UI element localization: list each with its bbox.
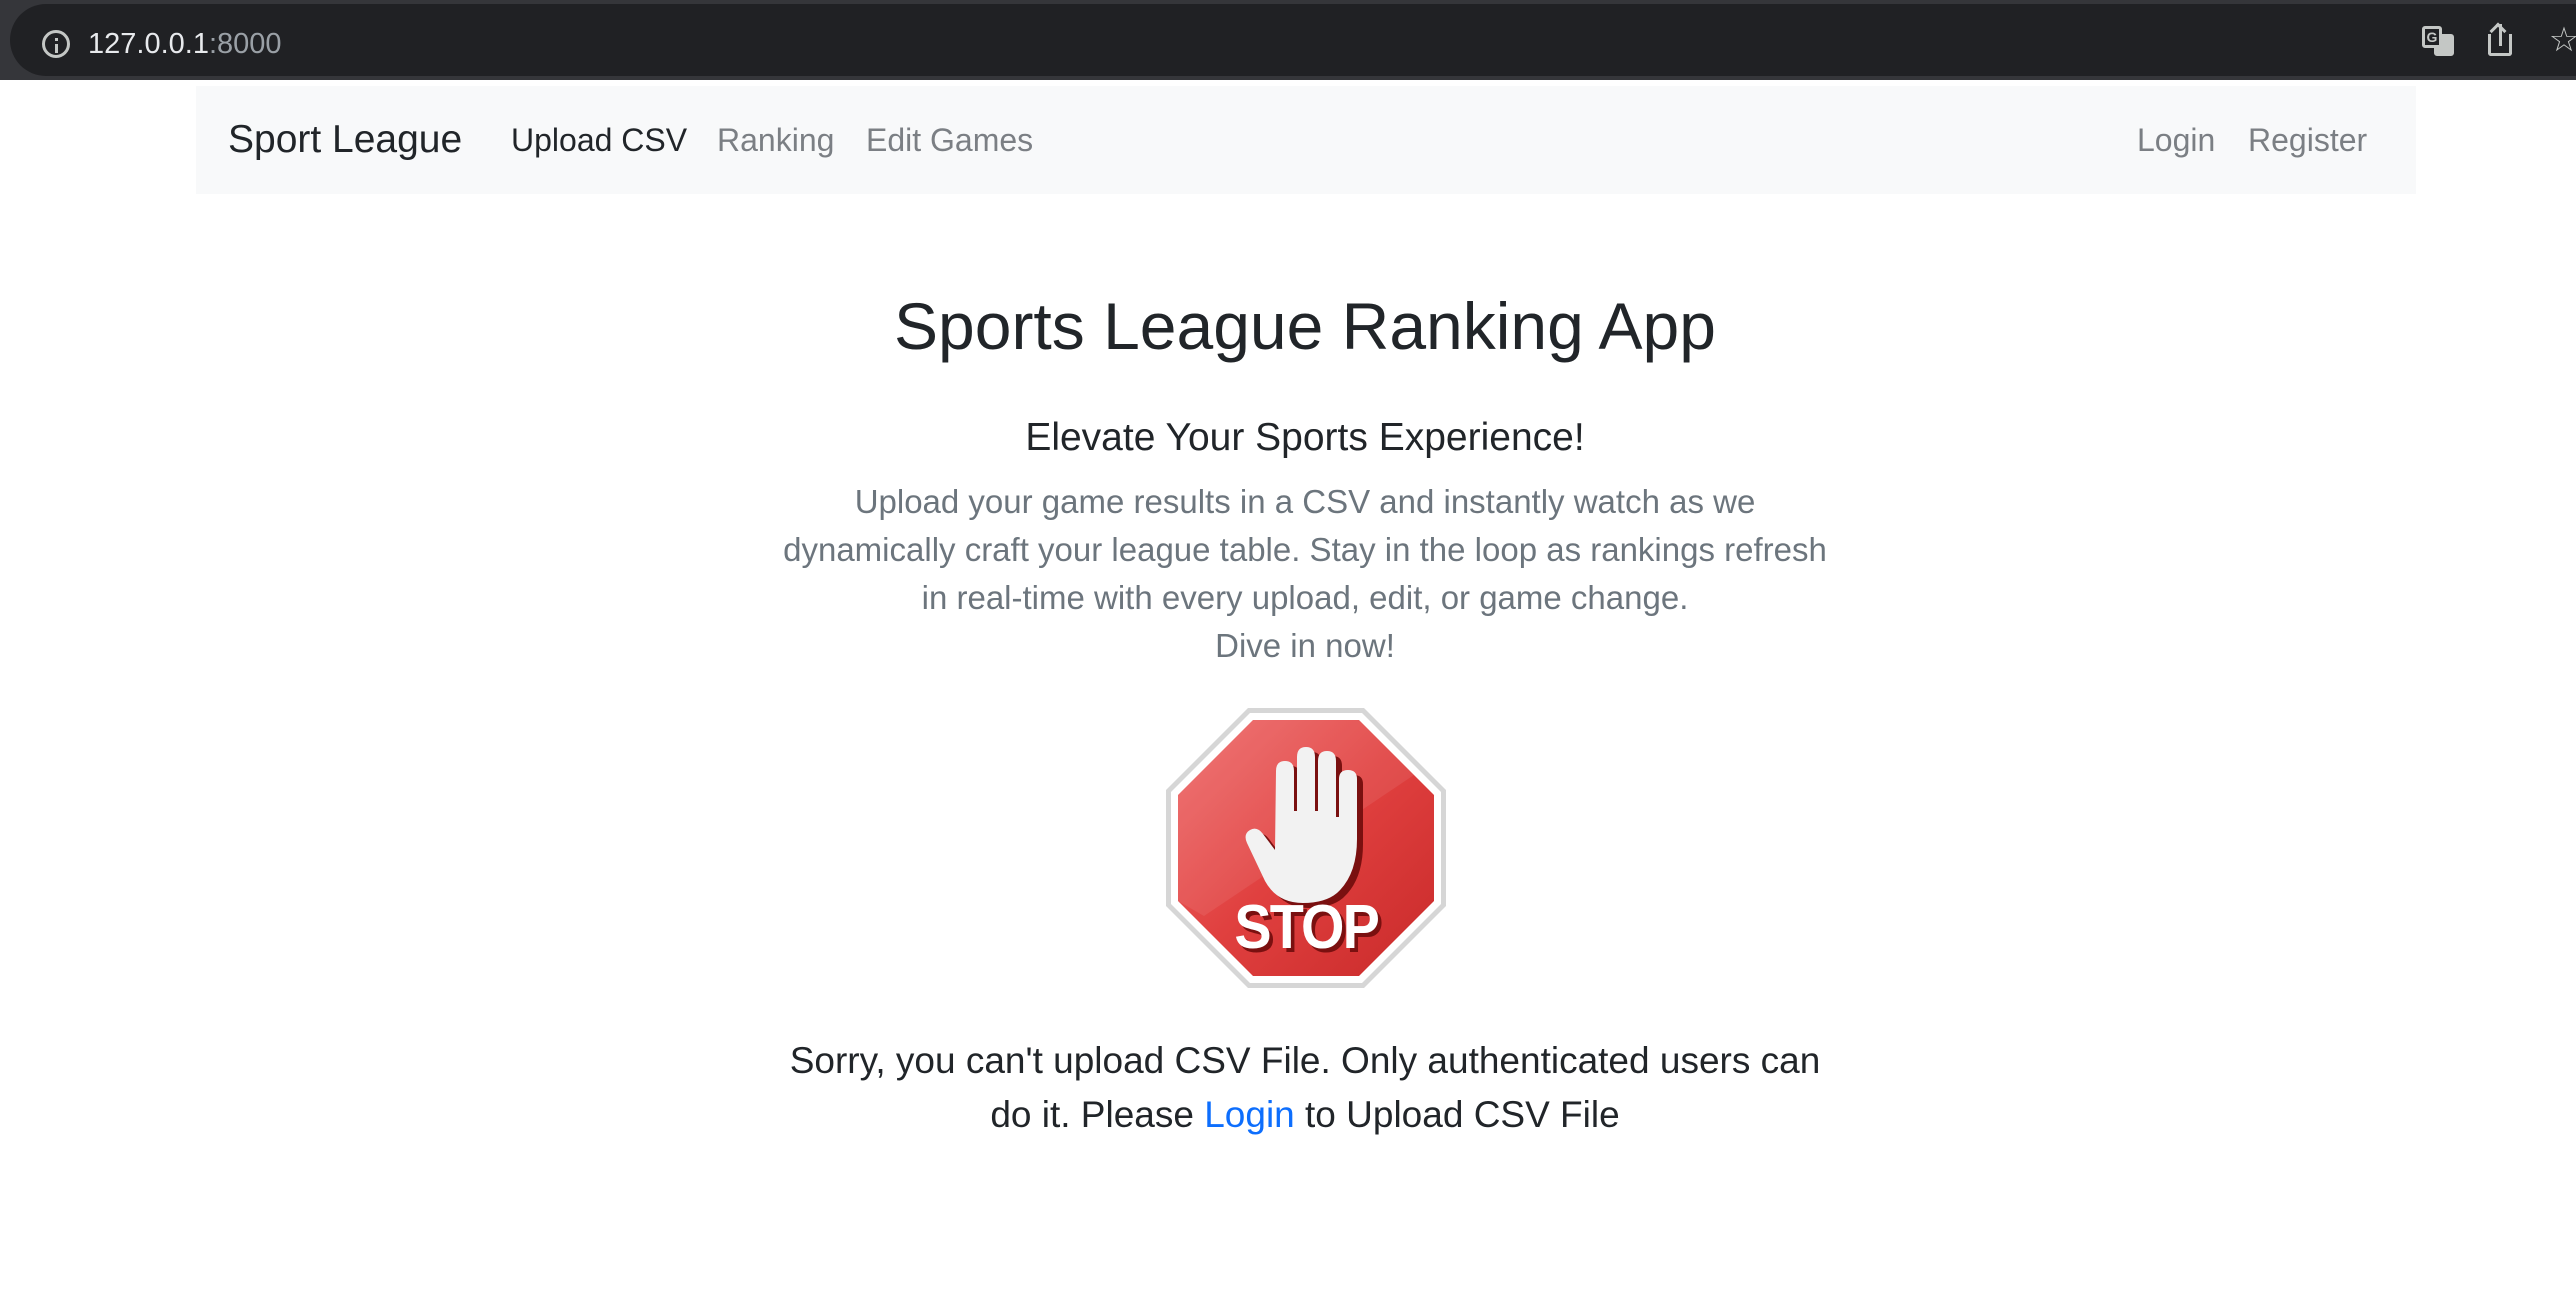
lead-text: Upload your game results in a CSV and in…	[783, 483, 1827, 616]
url-host: 127.0.0.1	[88, 28, 209, 60]
url-text[interactable]: 127.0.0.1:8000	[88, 24, 282, 64]
nav-ranking[interactable]: Ranking	[717, 86, 834, 194]
browser-toolbar: 127.0.0.1:8000 G ☆	[0, 0, 2576, 80]
auth-notice: Sorry, you can't upload CSV File. Only a…	[768, 1034, 1842, 1142]
info-icon[interactable]	[42, 30, 70, 58]
nav-edit-games[interactable]: Edit Games	[866, 86, 1033, 194]
brand-link[interactable]: Sport League	[228, 86, 462, 194]
notice-text-after: to Upload CSV File	[1294, 1094, 1620, 1135]
nav-login[interactable]: Login	[2137, 86, 2215, 194]
share-icon[interactable]	[2482, 22, 2518, 58]
stop-sign-icon: STOP STOP	[1166, 708, 1446, 988]
translate-icon[interactable]: G	[2420, 22, 2456, 58]
nav-register[interactable]: Register	[2248, 86, 2367, 194]
nav-upload-csv[interactable]: Upload CSV	[511, 86, 687, 194]
notice-login-link[interactable]: Login	[1204, 1094, 1295, 1135]
address-bar[interactable]: 127.0.0.1:8000	[10, 4, 2576, 76]
page-subtitle: Elevate Your Sports Experience!	[1025, 416, 1585, 459]
lead-cta: Dive in now!	[1215, 627, 1395, 664]
navbar: Sport League Upload CSV Ranking Edit Gam…	[196, 86, 2416, 194]
stop-sign-text: STOP	[1234, 893, 1378, 961]
page-title: Sports League Ranking App	[894, 289, 1716, 363]
star-icon[interactable]: ☆	[2546, 22, 2576, 58]
url-port: :8000	[208, 28, 282, 60]
